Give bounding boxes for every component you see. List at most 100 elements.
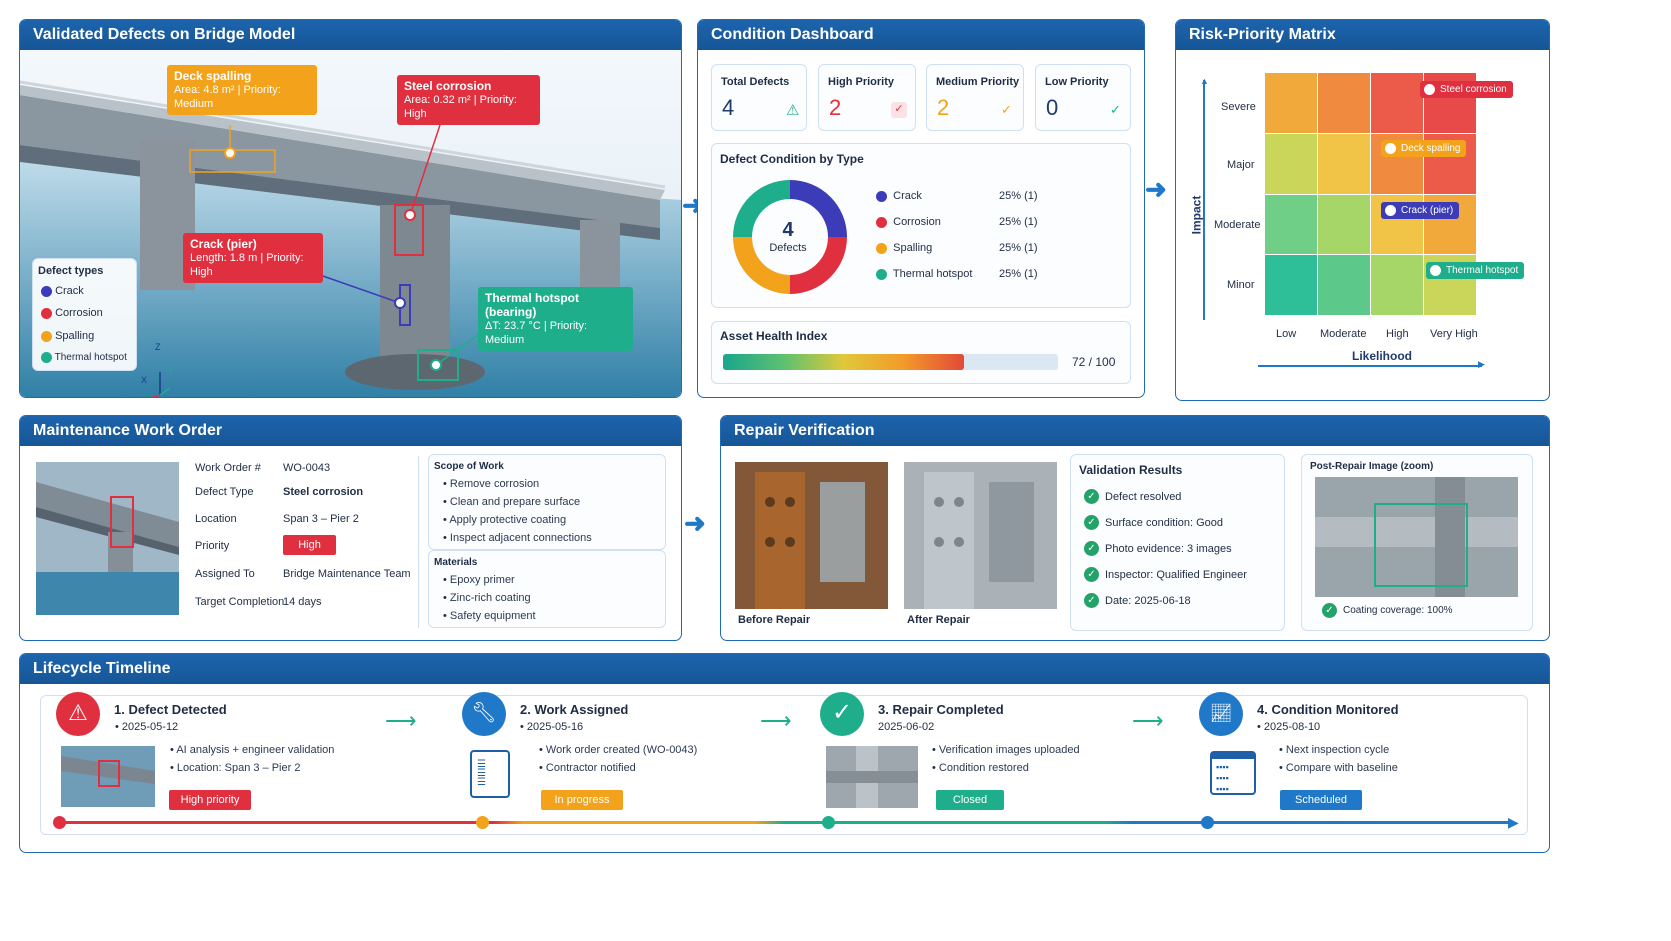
health-value: 72 / 100: [1072, 355, 1116, 369]
post-repair-zoom-image[interactable]: [1315, 477, 1518, 597]
legend-item-thermal: Thermal hotspot: [41, 352, 127, 363]
field-label-assigned: Assigned To: [195, 568, 255, 580]
flow-arrow-icon: ➜: [1145, 174, 1167, 204]
field-label-target: Target Completion: [195, 596, 285, 608]
scope-item: Remove corrosion: [443, 475, 592, 493]
validation-item: Inspector: Qualified Engineer: [1105, 569, 1247, 581]
coating-coverage: Coating coverage: 100%: [1343, 605, 1453, 616]
col-label-moderate: Moderate: [1320, 328, 1367, 340]
panel-title: Risk-Priority Matrix: [1176, 20, 1549, 50]
validation-title: Validation Results: [1079, 463, 1183, 477]
marker-thermal-hotspot[interactable]: Thermal hotspot: [1426, 262, 1525, 279]
check-icon: ✓: [1084, 541, 1099, 556]
scope-item: Clean and prepare surface: [443, 493, 592, 511]
field-value-assigned: Bridge Maintenance Team: [283, 568, 411, 580]
validation-item: Defect resolved: [1105, 491, 1182, 503]
check-icon: ✓: [1322, 603, 1337, 618]
step-date: • 2025-05-16: [520, 721, 584, 733]
kpi-total-defects[interactable]: Total Defects 4 ⚠: [711, 64, 807, 131]
risk-cell: [1318, 133, 1370, 194]
field-label-defect-type: Defect Type: [195, 486, 254, 498]
calendar-icon: ▪▪▪▪ ▪▪▪▪ ▪▪▪▪: [1210, 751, 1256, 795]
field-value-defect-type: Steel corrosion: [283, 486, 364, 498]
work-order-panel: Maintenance Work Order Work Order # WO-0…: [19, 415, 682, 641]
donut-center-label: Defects: [769, 242, 807, 254]
post-repair-card: Post-Repair Image (zoom) ✓ Coating cover…: [1301, 454, 1533, 631]
priority-badge: High: [283, 535, 336, 555]
donut-center-value: 4: [782, 219, 794, 241]
timeline-progress-line: [58, 821, 1510, 824]
asset-health-card: Asset Health Index 72 / 100: [711, 321, 1131, 384]
kpi-medium-priority[interactable]: Medium Priority 2 ✓: [926, 64, 1024, 131]
validation-item: Photo evidence: 3 images: [1105, 543, 1232, 555]
panel-title: Lifecycle Timeline: [20, 654, 1549, 684]
kpi-high-priority[interactable]: High Priority 2 ✓: [818, 64, 916, 131]
risk-cell: [1265, 255, 1317, 315]
y-axis-title: Impact: [1189, 195, 1204, 235]
defect-type-card: Defect Condition by Type 4 Defects Crack…: [711, 143, 1131, 308]
condition-dashboard-panel: Condition Dashboard Total Defects 4 ⚠ Hi…: [697, 19, 1145, 398]
risk-cell: [1265, 133, 1317, 194]
panel-title: Condition Dashboard: [698, 20, 1144, 50]
y-arrow-icon: ▲: [1200, 76, 1209, 86]
marker-steel-corrosion[interactable]: Steel corrosion: [1420, 81, 1513, 98]
materials-card: Materials Epoxy primer Zinc-rich coating…: [428, 550, 666, 628]
donut-row-thermal: Thermal hotspot 25% (1): [876, 268, 1076, 280]
risk-cell: [1371, 255, 1423, 315]
status-badge: In progress: [541, 790, 623, 810]
step-title: 1. Defect Detected: [114, 702, 227, 717]
axis-x-label: X: [141, 375, 148, 385]
after-repair-image[interactable]: [904, 462, 1057, 609]
kpi-low-priority[interactable]: Low Priority 0 ✓: [1035, 64, 1131, 131]
step-bullets: Next inspection cycleCompare with baseli…: [1279, 741, 1398, 777]
field-label-work-order: Work Order #: [195, 462, 261, 474]
marker-deck-spalling[interactable]: Deck spalling: [1381, 140, 1467, 157]
step-thumbnail: [61, 746, 155, 807]
trend-medium-icon: ✓: [1001, 102, 1012, 117]
post-repair-title: Post-Repair Image (zoom): [1310, 461, 1434, 472]
field-label-priority: Priority: [195, 540, 230, 552]
timeline-node[interactable]: [1201, 816, 1214, 829]
before-repair-image[interactable]: [735, 462, 888, 609]
scope-title: Scope of Work: [434, 461, 504, 472]
check-icon: ✓: [1084, 489, 1099, 504]
timeline-node[interactable]: [476, 816, 489, 829]
check-circle-icon: ✓: [820, 692, 864, 736]
step-bullets: Work order created (WO-0043)Contractor n…: [539, 741, 697, 777]
legend-title: Defect types: [38, 265, 104, 277]
validation-item: Surface condition: Good: [1105, 517, 1224, 529]
lifecycle-timeline-panel: Lifecycle Timeline ⚠ 1. Defect Detected …: [19, 653, 1550, 853]
panel-title: Repair Verification: [721, 416, 1549, 446]
risk-cell: [1318, 73, 1370, 133]
panel-title: Maintenance Work Order: [20, 416, 681, 446]
marker-crack-pier[interactable]: Crack (pier): [1381, 202, 1460, 219]
tag-crack-pier[interactable]: Crack (pier) Length: 1.8 m | Priority: Hi…: [183, 233, 323, 283]
legend-item-spalling: Spalling: [41, 330, 94, 342]
step-bullets: Verification images uploadedCondition re…: [932, 741, 1080, 777]
check-icon: ✓: [1084, 567, 1099, 582]
warning-icon: ⚠: [786, 102, 800, 119]
timeline-node[interactable]: [53, 816, 66, 829]
scope-item: Inspect adjacent connections: [443, 529, 592, 547]
field-value-work-order: WO-0043: [283, 462, 331, 474]
materials-list: Epoxy primer Zinc-rich coating Safety eq…: [443, 571, 536, 625]
step-date: • 2025-08-10: [1257, 721, 1321, 733]
wrench-icon: 🔧︎: [462, 692, 506, 736]
x-axis-line: [1258, 365, 1482, 367]
timeline-node[interactable]: [822, 816, 835, 829]
status-badge: High priority: [169, 790, 251, 810]
donut-title: Defect Condition by Type: [720, 152, 864, 166]
risk-grid[interactable]: [1265, 73, 1477, 316]
work-order-thumbnail[interactable]: [36, 462, 179, 615]
tag-steel-corrosion[interactable]: Steel corrosion Area: 0.32 m² | Priority:…: [397, 75, 540, 125]
health-title: Asset Health Index: [720, 329, 828, 343]
risk-cell: [1265, 194, 1317, 255]
col-label-high: High: [1386, 328, 1409, 340]
x-axis-title: Likelihood: [1352, 349, 1412, 363]
row-label-moderate: Moderate: [1214, 219, 1261, 231]
scope-card: Scope of Work Remove corrosion Clean and…: [428, 454, 666, 550]
health-bar-track: [723, 354, 1058, 370]
tag-thermal-hotspot[interactable]: Thermal hotspot (bearing) ΔT: 23.7 °C | P…: [478, 287, 633, 351]
status-badge: Scheduled: [1280, 790, 1362, 810]
tag-deck-spalling[interactable]: Deck spalling Area: 4.8 m² | Priority: Me…: [167, 65, 317, 115]
